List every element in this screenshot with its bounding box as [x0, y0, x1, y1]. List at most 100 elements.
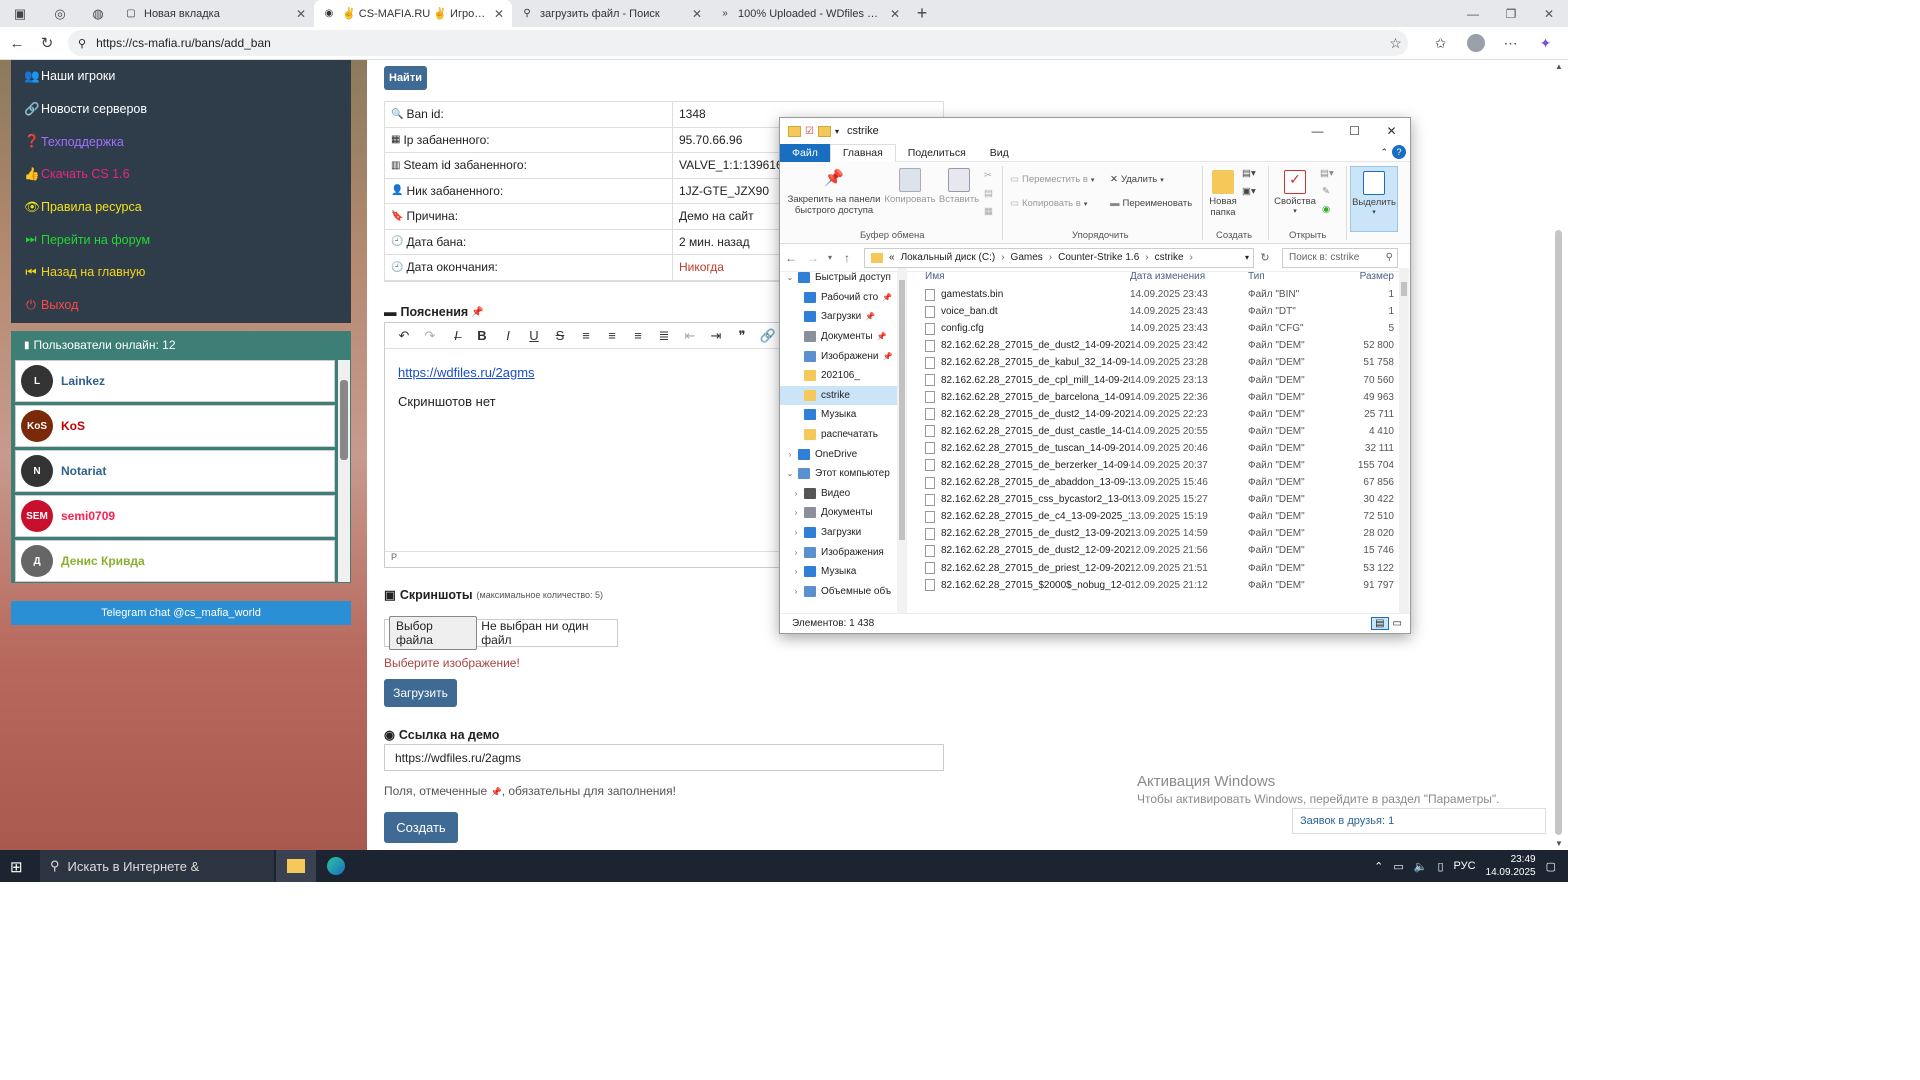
- file-row[interactable]: 82.162.62.28_27015_de_dust_castle_14-09.…: [917, 423, 1399, 440]
- indent-icon[interactable]: ⇥: [703, 328, 729, 344]
- nav-item[interactable]: Рабочий сто 📌: [780, 288, 906, 308]
- delete-button[interactable]: ✕ Удалить ▾: [1110, 174, 1164, 185]
- nav-expander-icon[interactable]: ›: [788, 489, 804, 498]
- volume-icon[interactable]: 🔈: [1414, 860, 1428, 873]
- outdent-icon[interactable]: ⇤: [677, 328, 703, 344]
- edit-icon[interactable]: ✎: [1322, 186, 1330, 197]
- file-explorer-taskbar-icon[interactable]: [276, 850, 316, 882]
- tab-home[interactable]: Главная: [829, 143, 896, 162]
- sidebar-menu-item[interactable]: ⏻ Выход: [11, 289, 351, 322]
- path-segment[interactable]: Локальный диск (C:): [901, 252, 996, 263]
- tab-actions-icon[interactable]: ▣: [0, 0, 40, 27]
- restore-window-button[interactable]: ❐: [1492, 0, 1530, 27]
- blockquote-icon[interactable]: ❞: [729, 328, 755, 344]
- new-folder-button[interactable]: Новая папка: [1204, 170, 1242, 218]
- nav-scrollbar[interactable]: [897, 268, 907, 614]
- file-row[interactable]: 82.162.62.28_27015_de_priest_12-09-2025.…: [917, 560, 1399, 577]
- nav-item[interactable]: ⌄ Быстрый доступ: [780, 268, 906, 288]
- column-name[interactable]: Имя: [917, 271, 1130, 282]
- vertical-tabs-icon[interactable]: ◍: [80, 0, 116, 27]
- file-row[interactable]: 82.162.62.28_27015_de_barcelona_14-09-..…: [917, 389, 1399, 406]
- start-button[interactable]: ⊞: [10, 858, 23, 876]
- nav-item[interactable]: ⌄ Этот компьютер: [780, 464, 906, 484]
- online-user[interactable]: N Notariat: [15, 450, 335, 492]
- sidebar-menu-item[interactable]: ❓ Техподдержка: [11, 125, 351, 158]
- details-view-icon[interactable]: ▤: [1371, 617, 1389, 630]
- ribbon-collapse-icon[interactable]: ⌃: [1380, 147, 1388, 158]
- align-center-icon[interactable]: ≡: [599, 328, 625, 343]
- easy-access-icon[interactable]: ▣▾: [1242, 186, 1256, 197]
- nav-item[interactable]: › Объемные объ: [780, 582, 906, 602]
- tab-share[interactable]: Поделиться: [896, 144, 978, 162]
- history-icon[interactable]: ◉: [1322, 204, 1330, 215]
- link-icon[interactable]: 🔗: [755, 328, 781, 344]
- profile-avatar[interactable]: [1458, 34, 1493, 52]
- open-icon[interactable]: ▤▾: [1320, 168, 1334, 179]
- up-button[interactable]: ↑: [836, 251, 858, 265]
- nav-expander-icon[interactable]: ⌄: [782, 469, 798, 478]
- nav-item[interactable]: Изображени 📌: [780, 346, 906, 366]
- italic-icon[interactable]: I: [495, 328, 521, 343]
- copy-to-button[interactable]: ▭ Копировать в ▾: [1010, 198, 1087, 209]
- nav-expander-icon[interactable]: ›: [788, 548, 804, 557]
- telegram-chat-button[interactable]: Telegram chat @cs_mafia_world: [11, 601, 351, 625]
- battery-icon[interactable]: ▯: [1437, 860, 1443, 873]
- nav-item[interactable]: 202106_: [780, 366, 906, 386]
- nav-item[interactable]: › Изображения: [780, 542, 906, 562]
- explorer-close-button[interactable]: ✕: [1373, 118, 1410, 144]
- sidebar-menu-item[interactable]: 🔗 Новости серверов: [11, 93, 351, 126]
- copilot-icon[interactable]: ✦: [1528, 35, 1563, 52]
- nav-item[interactable]: › Музыка: [780, 562, 906, 582]
- qat-dropdown-icon[interactable]: ▾: [835, 127, 839, 136]
- path-segment[interactable]: Counter-Strike 1.6: [1058, 252, 1139, 263]
- justify-icon[interactable]: ≣: [651, 328, 677, 344]
- nav-item[interactable]: › Документы: [780, 503, 906, 523]
- paste-button[interactable]: Вставить: [936, 168, 982, 205]
- minimize-window-button[interactable]: —: [1454, 0, 1492, 27]
- recent-locations-icon[interactable]: ▾: [824, 253, 836, 262]
- site-info-icon[interactable]: ⚲: [78, 37, 86, 50]
- file-row[interactable]: 82.162.62.28_27015_$2000$_nobug_12-09...…: [917, 577, 1399, 594]
- nav-item[interactable]: распечатать: [780, 425, 906, 445]
- back-button[interactable]: ←: [2, 35, 32, 52]
- properties-button[interactable]: ✓ Свойства ▾: [1270, 170, 1320, 215]
- properties-check-icon[interactable]: ☑: [805, 126, 814, 137]
- file-row[interactable]: 82.162.62.28_27015_css_bycastor2_13-09-.…: [917, 491, 1399, 508]
- sidebar-menu-item[interactable]: ⏭ Перейти на форум: [11, 223, 351, 256]
- file-input[interactable]: Выбор файла Не выбран ни один файл: [384, 616, 618, 650]
- copy-button[interactable]: Копировать: [884, 168, 936, 205]
- notifications-icon[interactable]: ▢: [1546, 860, 1556, 873]
- path-chevron-icon[interactable]: ›: [1145, 252, 1148, 263]
- browser-tab[interactable]: ▢ Новая вкладка ✕: [116, 0, 314, 27]
- path-dropdown-icon[interactable]: ▾: [1245, 253, 1249, 262]
- nav-expander-icon[interactable]: ›: [788, 528, 804, 537]
- tab-close-icon[interactable]: ✕: [296, 7, 306, 21]
- move-to-button[interactable]: ▭ Переместить в ▾: [1010, 174, 1094, 185]
- refresh-icon[interactable]: ↻: [1254, 251, 1276, 264]
- language-indicator[interactable]: РУС: [1454, 860, 1476, 872]
- online-user[interactable]: SEM semi0709: [15, 495, 335, 537]
- sidebar-menu-item[interactable]: 👥 Наши игроки: [11, 60, 351, 93]
- nav-expander-icon[interactable]: ⌄: [782, 273, 798, 282]
- tab-close-icon[interactable]: ✕: [494, 7, 504, 21]
- scroll-up-icon[interactable]: ▲: [1555, 62, 1563, 71]
- file-row[interactable]: 82.162.62.28_27015_de_tuscan_14-09-202..…: [917, 440, 1399, 457]
- nav-expander-icon[interactable]: ›: [788, 567, 804, 576]
- file-row[interactable]: voice_ban.dt 14.09.2025 23:43 Файл "DT" 1: [917, 303, 1399, 320]
- file-list-scrollbar[interactable]: [1399, 268, 1409, 614]
- file-row[interactable]: 82.162.62.28_27015_de_cpl_mill_14-09-20.…: [917, 371, 1399, 388]
- sidebar-menu-item[interactable]: 👍 Скачать CS 1.6: [11, 158, 351, 191]
- more-menu-icon[interactable]: ⋯: [1493, 35, 1528, 52]
- undo-icon[interactable]: ↶: [391, 328, 417, 344]
- path-chevron-icon[interactable]: ›: [1049, 252, 1052, 263]
- new-tab-button[interactable]: +: [908, 0, 936, 27]
- new-item-icon[interactable]: ▤▾: [1242, 168, 1256, 179]
- tab-view[interactable]: Вид: [978, 144, 1021, 162]
- users-scrollbar[interactable]: [338, 360, 350, 582]
- close-window-button[interactable]: ✕: [1530, 0, 1568, 27]
- taskbar-search[interactable]: ⚲ Искать в Интернете &: [40, 850, 274, 882]
- new-folder-icon[interactable]: [817, 125, 831, 137]
- clock[interactable]: 23:49 14.09.2025: [1486, 853, 1536, 879]
- favorite-star-icon[interactable]: ☆: [1378, 35, 1413, 52]
- underline-icon[interactable]: U: [521, 328, 547, 343]
